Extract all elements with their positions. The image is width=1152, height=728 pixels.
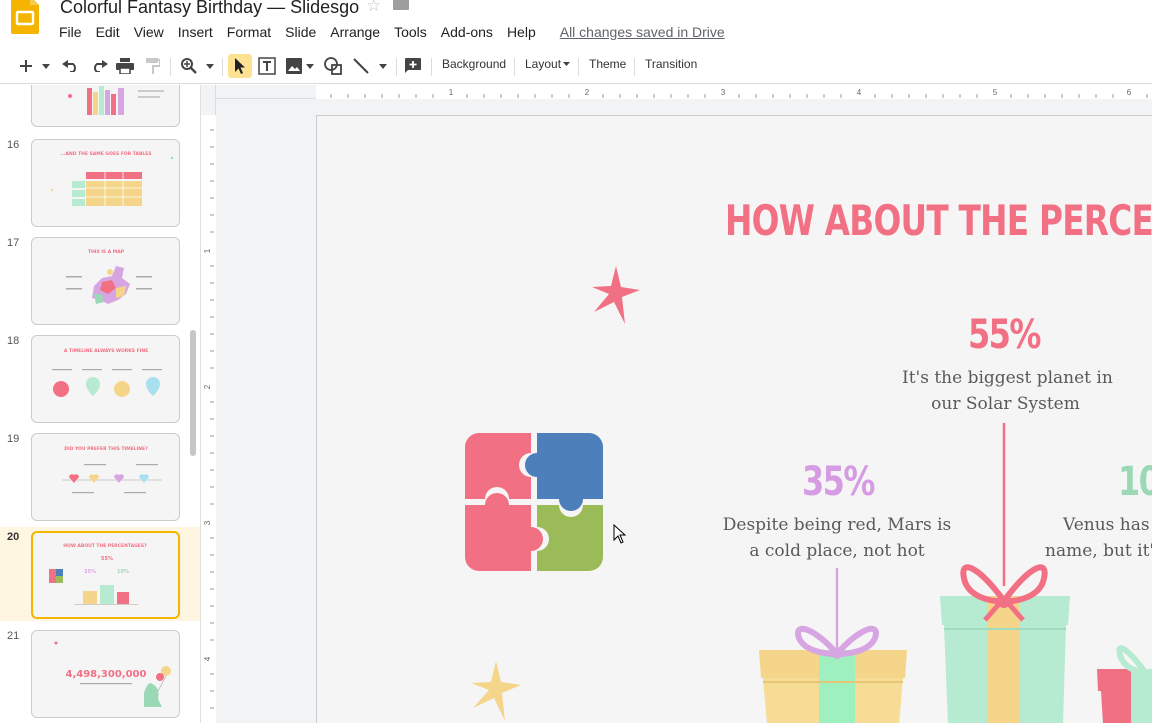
ruler-label: 4 (203, 656, 212, 661)
toolbar-divider (222, 58, 223, 76)
menu-tools[interactable]: Tools (387, 22, 434, 42)
thumb-title: 4,498,300,000 (66, 669, 147, 680)
slide-thumbnail-18[interactable]: A TIMELINE ALWAYS WORKS FINE (31, 335, 180, 423)
layout-chevron-down-icon[interactable] (561, 57, 571, 71)
paint-format-icon[interactable] (142, 54, 164, 78)
image-chevron-down-icon[interactable] (304, 54, 316, 78)
undo-icon[interactable] (60, 54, 82, 78)
ruler-label: 3 (721, 88, 726, 97)
star-icon[interactable]: ☆ (366, 0, 381, 16)
slide-number: 21 (7, 630, 20, 642)
filmstrip-scrollbar[interactable] (190, 330, 196, 456)
toolbar-divider (578, 58, 579, 76)
slide-number: 16 (7, 139, 20, 151)
menu-slide[interactable]: Slide (278, 22, 323, 42)
star-decoration[interactable] (471, 661, 521, 721)
add-comment-icon[interactable] (402, 54, 424, 78)
slide-canvas[interactable]: HOW ABOUT THE PERCENT 55% It's the bigge… (316, 115, 1152, 723)
menu-bar: File Edit View Insert Format Slide Arran… (52, 22, 732, 42)
ruler-label: 2 (203, 384, 212, 389)
svg-text:35%: 35% (84, 569, 96, 575)
puzzle-icon[interactable] (465, 433, 603, 571)
mouse-cursor-icon (613, 524, 627, 544)
slide-number: 17 (7, 237, 20, 249)
menu-view[interactable]: View (127, 22, 171, 42)
toolbar: Background Layout Theme Transition (0, 48, 1152, 84)
redo-icon[interactable] (88, 54, 110, 78)
ruler-label: 6 (1127, 88, 1132, 97)
ruler-label: 1 (203, 248, 212, 253)
slide-number: 18 (7, 335, 20, 347)
vertical-ruler: 1 2 3 4 (201, 85, 216, 723)
slide-thumbnail-17[interactable]: THIS IS A MAP (31, 237, 180, 325)
toolbar-divider (634, 58, 635, 76)
slide-thumbnail-19[interactable]: DID YOU PREFER THIS TIMELINE? (31, 433, 180, 521)
ruler-label: 1 (449, 88, 454, 97)
toolbar-divider (514, 58, 515, 76)
thumb-title: THIS IS A MAP (88, 249, 125, 255)
ruler-label: 3 (203, 520, 212, 525)
save-status-link[interactable]: All changes saved in Drive (553, 22, 732, 42)
new-slide-icon[interactable] (16, 54, 36, 78)
document-title[interactable]: Colorful Fantasy Birthday — Slidesgo (60, 0, 359, 18)
image-icon[interactable] (284, 54, 304, 78)
menu-format[interactable]: Format (220, 22, 278, 42)
toolbar-divider (170, 58, 171, 76)
toolbar-divider (396, 58, 397, 76)
shape-icon[interactable] (322, 54, 344, 78)
ruler-label: 2 (585, 88, 590, 97)
zoom-icon[interactable] (178, 54, 200, 78)
ruler-label: 4 (857, 88, 862, 97)
menu-help[interactable]: Help (500, 22, 543, 42)
gift-boxes-illustration[interactable] (747, 416, 1152, 723)
zoom-chevron-down-icon[interactable] (203, 54, 217, 78)
svg-text:55%: 55% (101, 556, 113, 562)
menu-insert[interactable]: Insert (171, 22, 220, 42)
chevron-down-icon[interactable] (39, 54, 53, 78)
desc-line: our Solar System (931, 394, 1080, 414)
slide-thumbnail-20[interactable]: HOW ABOUT THE PERCENTAGES? 55% 35% 10% (31, 531, 180, 619)
menu-edit[interactable]: Edit (89, 22, 127, 42)
slide-number: 20 (7, 531, 20, 543)
slide-thumbnail-16[interactable]: ...AND THE SAME GOES FOR TABLES (31, 139, 180, 227)
horizontal-ruler: 1 2 3 4 5 6 (216, 85, 1152, 99)
thumb-title: HOW ABOUT THE PERCENTAGES? (63, 543, 147, 549)
thumb-title: ...AND THE SAME GOES FOR TABLES (60, 151, 151, 157)
text-box-icon[interactable] (256, 54, 278, 78)
toolbar-divider (431, 58, 432, 76)
thumb-title: A TIMELINE ALWAYS WORKS FINE (64, 348, 148, 354)
menu-file[interactable]: File (52, 22, 89, 42)
slides-logo-icon[interactable] (11, 0, 39, 34)
select-cursor-icon[interactable] (228, 54, 252, 78)
svg-text:10%: 10% (117, 569, 129, 575)
star-decoration[interactable] (592, 266, 640, 324)
slide-thumbnail-15[interactable] (31, 85, 180, 127)
menu-arrange[interactable]: Arrange (323, 22, 387, 42)
slide-number: 19 (7, 433, 20, 445)
menu-addons[interactable]: Add-ons (434, 22, 500, 42)
transition-button[interactable]: Transition (645, 57, 697, 71)
folder-icon[interactable] (393, 0, 409, 10)
percentage-55-desc[interactable]: It's the biggest planet in our Solar Sys… (902, 365, 1113, 417)
theme-button[interactable]: Theme (589, 57, 626, 71)
background-button[interactable]: Background (442, 57, 506, 71)
ruler-label: 5 (993, 88, 998, 97)
print-icon[interactable] (114, 54, 136, 78)
slide-title[interactable]: HOW ABOUT THE PERCENT (725, 196, 1152, 245)
desc-line: It's the biggest planet in (902, 368, 1113, 388)
thumb-title: DID YOU PREFER THIS TIMELINE? (64, 446, 148, 452)
slide-filmstrip[interactable]: 16 ...AND THE SAME GOES FOR TABLES 17 TH… (0, 85, 201, 723)
layout-button[interactable]: Layout (525, 57, 561, 71)
title-bar: Colorful Fantasy Birthday — Slidesgo ☆ F… (0, 0, 1152, 46)
percentage-55[interactable]: 55% (968, 312, 1041, 358)
line-icon[interactable] (350, 54, 372, 78)
line-chevron-down-icon[interactable] (376, 54, 390, 78)
slide-thumbnail-21[interactable]: 4,498,300,000 (31, 630, 180, 718)
